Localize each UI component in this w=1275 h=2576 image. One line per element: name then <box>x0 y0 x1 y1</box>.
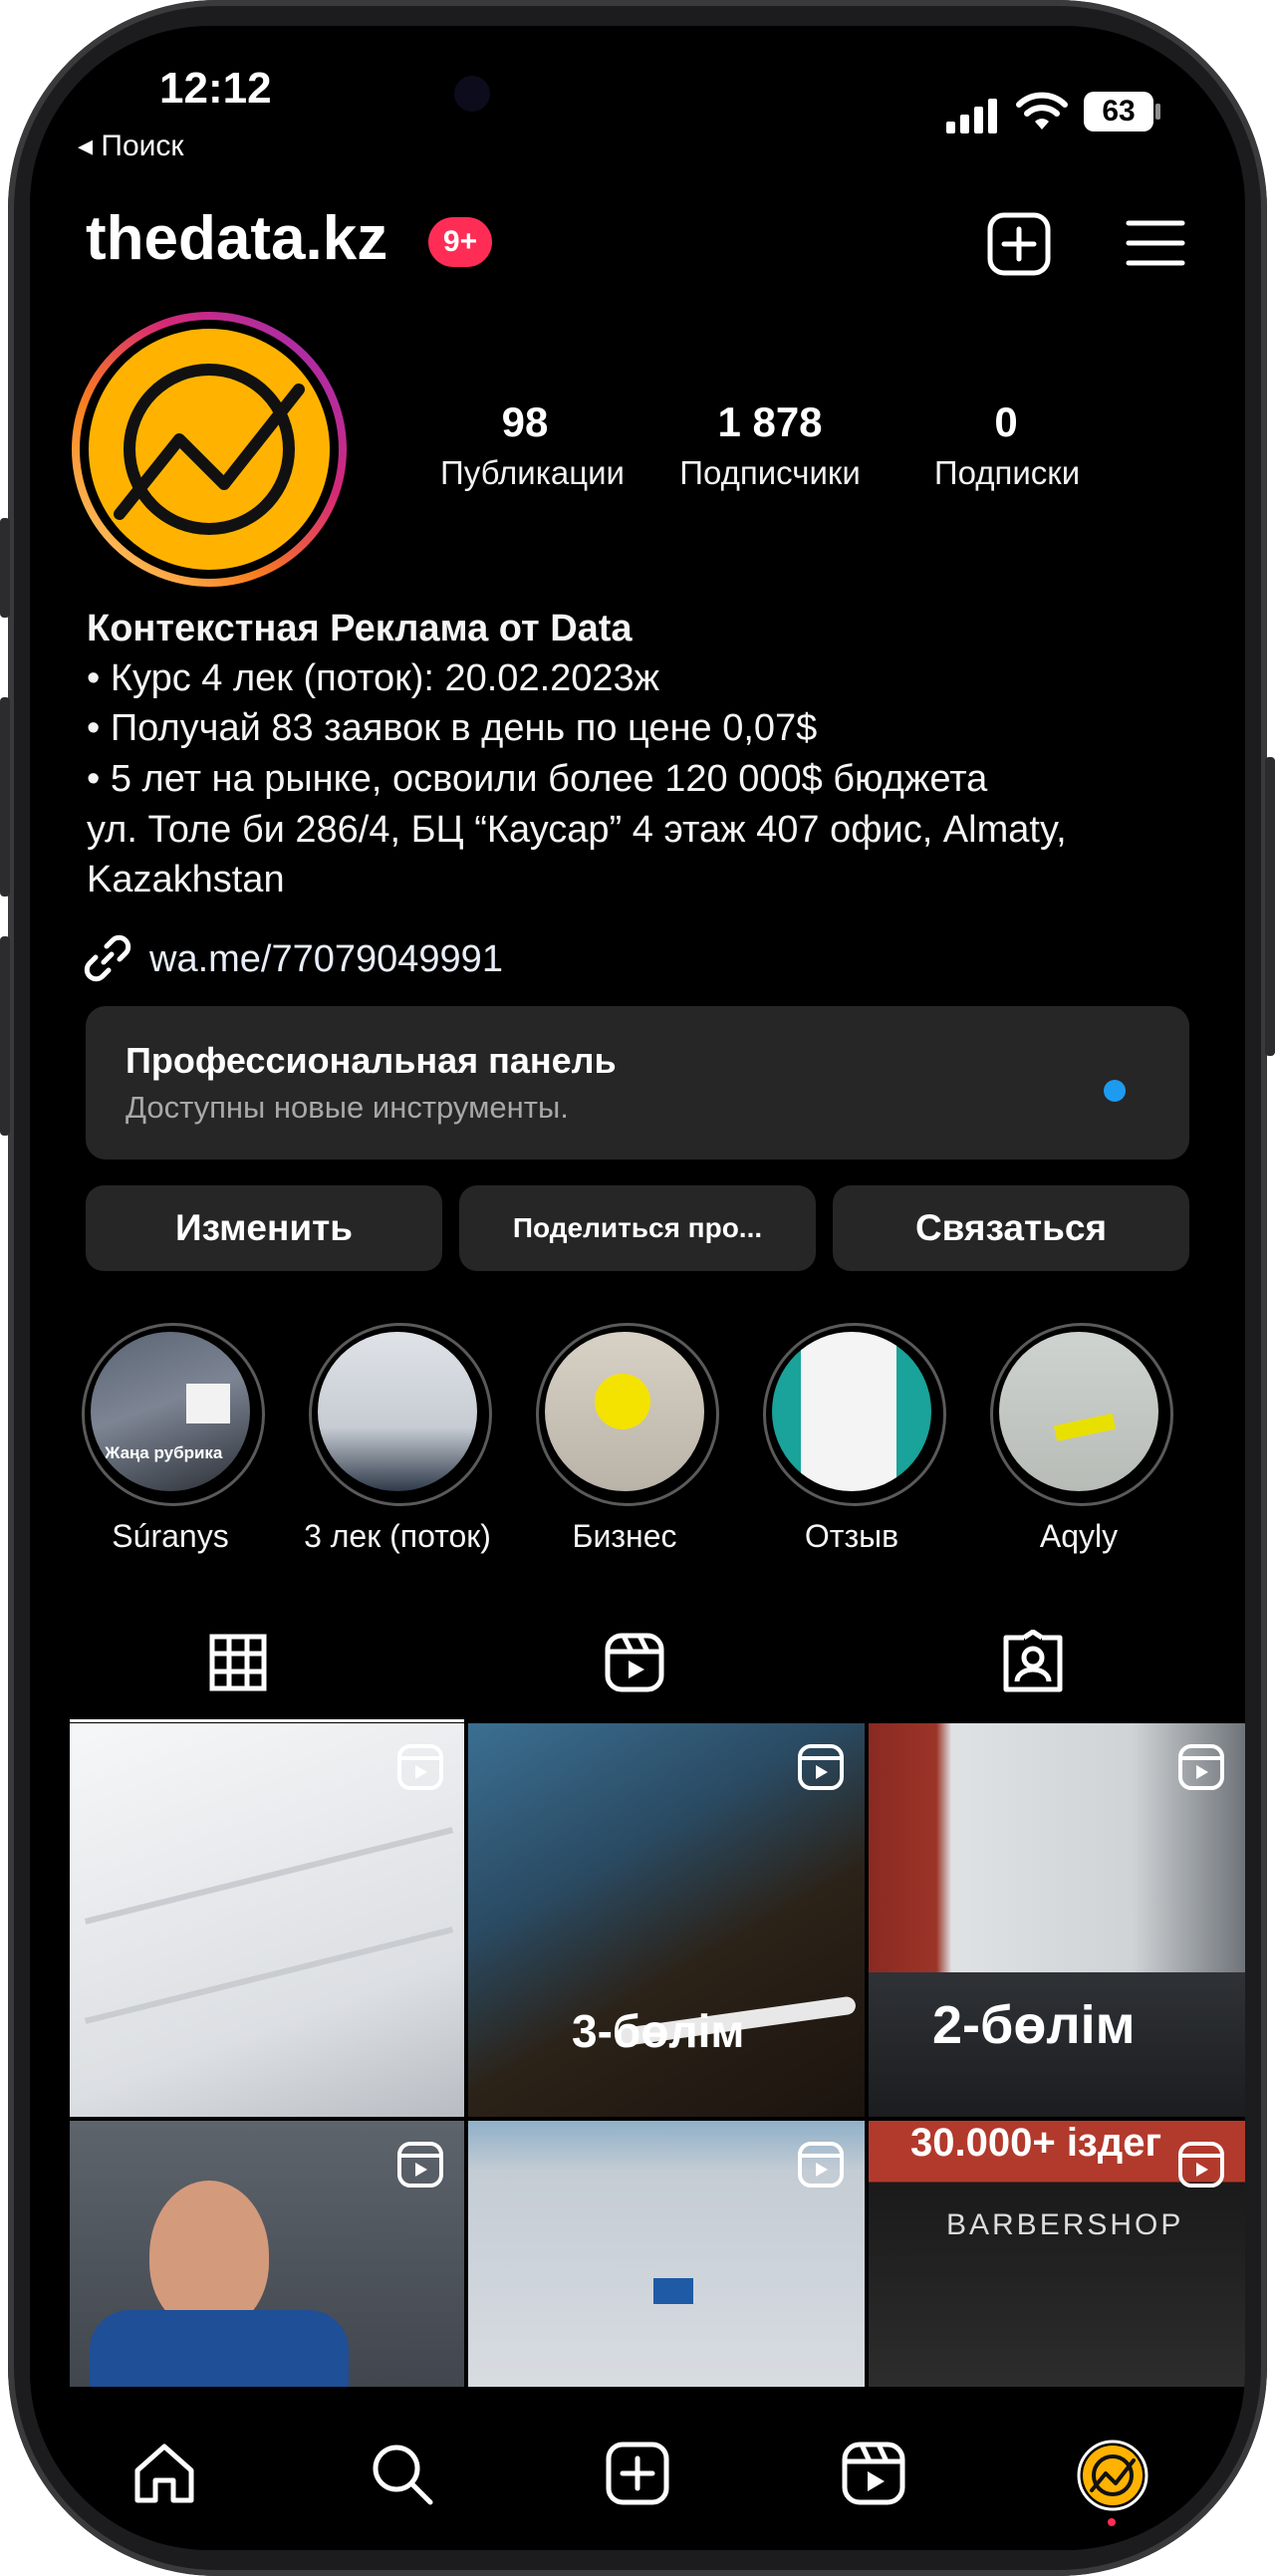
back-to-search-link[interactable]: ◂ Поиск <box>78 129 184 163</box>
status-time: 12:12 <box>159 64 272 113</box>
new-indicator-dot <box>1104 1080 1126 1102</box>
reel-badge-icon <box>798 1744 844 1790</box>
bio-address-line-1: ул. Толе би 286/4, БЦ “Каусар” 4 этаж 40… <box>87 809 1067 851</box>
highlight-thumbnail <box>999 1332 1158 1491</box>
front-camera <box>454 76 490 112</box>
battery-level: 63 <box>1102 95 1136 128</box>
highlight-thumbnail <box>545 1332 704 1491</box>
power-button <box>1265 757 1275 1056</box>
share-profile-button[interactable]: Поделиться про... <box>459 1185 816 1271</box>
bio-name: Контекстная Реклама от Data <box>87 608 633 649</box>
reel-badge-icon <box>397 2142 443 2188</box>
dashboard-title: Профессиональная панель <box>126 1040 617 1081</box>
post-tile[interactable] <box>468 2121 865 2400</box>
following-count[interactable]: 0 <box>966 398 1046 446</box>
reels-icon[interactable] <box>604 1632 665 1693</box>
edit-profile-button[interactable]: Изменить <box>86 1185 442 1271</box>
thumbnail-yellow-spot <box>595 1374 650 1429</box>
link-icon <box>84 934 131 982</box>
reels-nav-icon[interactable] <box>841 2441 906 2506</box>
highlight-label-aqyly[interactable]: Aqyly <box>964 1518 1193 1555</box>
followers-label[interactable]: Подписчики <box>670 454 870 492</box>
thumbnail-highlighter-mark <box>1053 1413 1117 1442</box>
volume-up-button <box>0 697 10 897</box>
home-icon[interactable] <box>131 2441 197 2506</box>
highlight-label-otzyv[interactable]: Отзыв <box>737 1518 966 1555</box>
highlight-thumbnail: Жаңа рубрика <box>91 1332 250 1491</box>
dashboard-subtitle: Доступны новые инструменты. <box>126 1090 569 1125</box>
new-post-icon[interactable] <box>986 211 1052 277</box>
website-link[interactable]: wa.me/77079049991 <box>149 938 503 981</box>
tile-line <box>84 1927 454 2024</box>
highlight-thumbnail <box>772 1332 931 1491</box>
create-post-icon[interactable] <box>605 2441 670 2506</box>
highlight-biznes[interactable] <box>536 1323 719 1506</box>
highlight-3-lek[interactable] <box>309 1323 492 1506</box>
active-tab-indicator <box>70 1719 464 1722</box>
wifi-icon <box>1016 92 1068 129</box>
tagged-icon[interactable] <box>1002 1630 1064 1693</box>
search-icon[interactable] <box>369 2441 434 2506</box>
reel-badge-icon <box>1178 2142 1224 2188</box>
signal-icon <box>946 99 997 133</box>
screen: 12:12 ◂ Поиск 63 thedata.kz 9+ 98 Публик… <box>30 26 1245 2550</box>
contact-button[interactable]: Связаться <box>833 1185 1189 1271</box>
following-label[interactable]: Подписки <box>912 454 1102 492</box>
bio-address-line-2: Kazakhstan <box>87 859 285 901</box>
battery-cap <box>1155 104 1160 120</box>
tile-face <box>149 2181 269 2330</box>
menu-icon[interactable] <box>1126 217 1185 269</box>
post-tile[interactable] <box>70 2121 464 2400</box>
posts-label: Публикации <box>440 454 625 491</box>
reel-badge-icon <box>397 1744 443 1790</box>
highlight-label-biznes[interactable]: Бизнес <box>510 1518 739 1555</box>
bio-line-1: • Курс 4 лек (поток): 20.02.2023ж <box>87 657 660 699</box>
tile-overlay-text: 3-бөлім <box>572 2005 745 2057</box>
highlight-otzyv[interactable] <box>763 1323 946 1506</box>
highlight-overlay-text: Жаңа рубрика <box>105 1443 223 1462</box>
notification-badge: 9+ <box>428 217 492 267</box>
profile-avatar[interactable] <box>70 310 349 589</box>
bio-line-3: • 5 лет на рынке, освоили более 120 000$… <box>87 758 988 800</box>
professional-dashboard[interactable] <box>86 1006 1189 1159</box>
post-tile[interactable] <box>70 1723 464 2117</box>
grid-icon[interactable] <box>209 1634 267 1691</box>
mute-switch <box>0 518 10 618</box>
volume-down-button <box>0 936 10 1136</box>
tile-sign-text: BARBERSHOP <box>946 2208 1184 2241</box>
post-tile[interactable]: 3-бөлім <box>468 1723 865 2117</box>
profile-nav-avatar[interactable] <box>1076 2439 1149 2512</box>
highlight-suranys[interactable]: Жаңа рубрика <box>82 1323 265 1506</box>
reel-badge-icon <box>798 2142 844 2188</box>
posts-count: 98 <box>501 398 549 445</box>
reel-badge-icon <box>1178 1744 1224 1790</box>
highlight-label-3-lek[interactable]: 3 лек (поток) <box>283 1518 512 1555</box>
tile-overlay-text: 30.000+ іздег <box>910 2121 1162 2165</box>
highlight-thumbnail <box>318 1332 477 1491</box>
highlight-aqyly[interactable] <box>990 1323 1173 1506</box>
post-tile[interactable]: 30.000+ іздег BARBERSHOP <box>869 2121 1245 2400</box>
thumbnail-card <box>186 1384 230 1423</box>
tile-overlay-text: 2-бөлім <box>932 1995 1136 2055</box>
bio-line-2: • Получай 83 заявок в день по цене 0,07$ <box>87 707 818 749</box>
profile-username[interactable]: thedata.kz <box>86 203 387 274</box>
highlight-label-suranys[interactable]: Súranys <box>56 1518 285 1555</box>
followers-count[interactable]: 1 878 <box>695 398 845 446</box>
tile-mindmap-node <box>653 2278 693 2304</box>
profile-activity-dot <box>1108 2518 1116 2526</box>
tile-line <box>84 1827 454 1925</box>
post-tile[interactable]: 2-бөлім <box>869 1723 1245 2117</box>
